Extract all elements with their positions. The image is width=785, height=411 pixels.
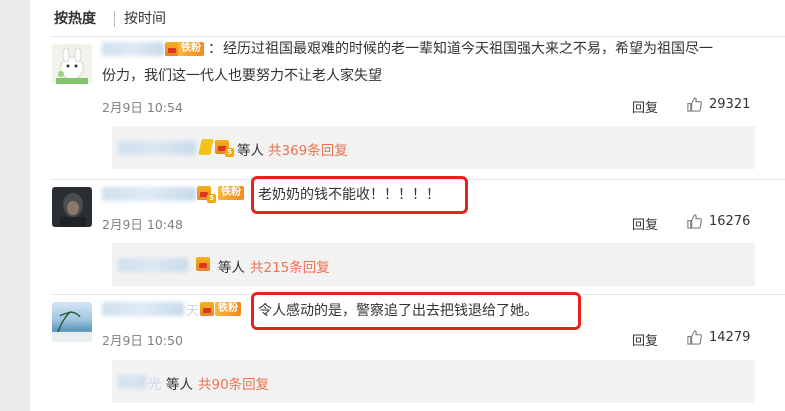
comment-time: 2月9日 10:48 — [102, 217, 183, 232]
comment-time: 2月9日 10:54 — [102, 100, 183, 115]
comment-colon: ： — [208, 41, 222, 57]
sort-by-hot-tab[interactable]: 按热度 — [54, 10, 96, 28]
username-blurred[interactable] — [102, 187, 196, 201]
reply-username-tail: 光 — [148, 377, 162, 393]
replies-etc: 等人 — [218, 260, 245, 276]
reply-usernames-blurred — [118, 258, 188, 272]
reply-usernames-blurred — [118, 375, 146, 389]
avatar-image — [56, 47, 88, 84]
fan-badge: 铁粉 — [215, 302, 241, 316]
replies-count-link[interactable]: 共90条回复 — [198, 373, 269, 393]
comment-panel: 按热度 按时间 铁粉 ： 经历过祖国最艰难的时候的老一辈知道今天祖国强大来之不易… — [30, 0, 785, 411]
vip-diamond-icon — [198, 139, 214, 155]
replies-count-link[interactable]: 共369条回复 — [268, 139, 348, 159]
reply-button[interactable]: 回复 — [632, 97, 658, 116]
username-tail[interactable]: 天 — [186, 300, 199, 319]
level-badge: 5 — [225, 148, 234, 157]
reply-usernames-blurred — [118, 141, 196, 155]
avatar[interactable] — [52, 44, 92, 84]
fan-badge: 铁粉 — [178, 42, 204, 56]
crown-icon — [196, 257, 210, 271]
avatar[interactable] — [52, 187, 92, 227]
comment-time: 2月9日 10:50 — [102, 333, 183, 348]
sort-divider — [114, 11, 115, 27]
like-count: 16276 — [709, 214, 751, 229]
crown-icon — [165, 42, 179, 56]
level-badge: 5 — [207, 194, 216, 203]
replies-summary[interactable]: 光 等人 共90条回复 — [112, 360, 755, 403]
fan-badge: 铁粉 — [218, 186, 244, 200]
replies-etc: 等人 — [166, 377, 193, 393]
thumbs-up-icon[interactable] — [686, 329, 703, 346]
username-blurred[interactable] — [102, 302, 184, 316]
username-blurred[interactable] — [102, 42, 164, 56]
replies-count-link[interactable]: 共215条回复 — [250, 256, 330, 276]
like-count: 14279 — [709, 330, 751, 345]
comment-text: 老奶奶的钱不能收！！！！！ — [258, 187, 440, 203]
sort-by-time-tab[interactable]: 按时间 — [124, 10, 166, 28]
avatar-image — [52, 311, 92, 342]
comment-text: 令人感动的是，警察追了出去把钱退给了她。 — [258, 303, 538, 319]
replies-summary[interactable]: 等人 共215条回复 — [112, 243, 755, 286]
like-count: 29321 — [709, 97, 751, 112]
comment-text-cont: 份力，我们这一代人也要努力不让老人家失望 — [102, 68, 382, 84]
replies-etc: 等人 — [237, 143, 264, 159]
replies-summary[interactable]: 5 等人 共369条回复 — [112, 126, 755, 169]
comment-text: 经历过祖国最艰难的时候的老一辈知道今天祖国强大来之不易，希望为祖国尽一 — [223, 41, 713, 57]
reply-button[interactable]: 回复 — [632, 214, 658, 233]
reply-button[interactable]: 回复 — [632, 330, 658, 349]
avatar[interactable] — [52, 302, 92, 342]
thumbs-up-icon[interactable] — [686, 213, 703, 230]
thumbs-up-icon[interactable] — [686, 96, 703, 113]
crown-icon — [200, 302, 214, 316]
avatar-image — [60, 193, 86, 227]
